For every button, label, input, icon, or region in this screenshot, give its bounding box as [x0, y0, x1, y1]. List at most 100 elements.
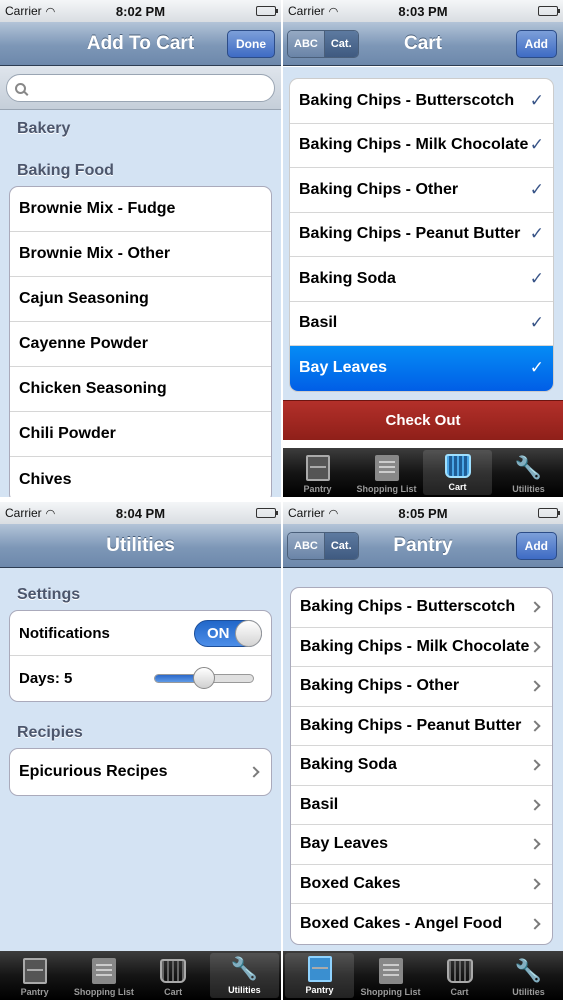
cart-item[interactable]: Bay Leaves ✓	[290, 346, 553, 391]
search-input[interactable]	[6, 74, 275, 102]
section-header-bakery: Bakery	[17, 120, 71, 137]
baking-food-list: Brownie Mix - Fudge Brownie Mix - Other Ca…	[9, 186, 272, 497]
tab-cart[interactable]: Cart	[423, 450, 492, 495]
tab-pantry[interactable]: Pantry	[283, 448, 352, 497]
tab-shopping-list[interactable]: Shopping List	[352, 448, 421, 497]
tab-shopping-list[interactable]: Shopping List	[356, 951, 425, 1000]
wifi-icon: ◠	[328, 507, 339, 520]
tab-cart[interactable]: Cart	[139, 951, 208, 1000]
pantry-item[interactable]: Baking Chips - Milk Chocolate	[291, 628, 552, 667]
tab-bar: Pantry Shopping List Cart 🔧 Utilities	[0, 951, 281, 1000]
wrench-icon: 🔧	[514, 958, 543, 983]
notifications-row: Notifications ON	[10, 611, 271, 656]
sort-category-button[interactable]: Cat.	[323, 31, 358, 57]
notifications-toggle[interactable]: ON	[194, 619, 262, 647]
checkmark-icon: ✓	[529, 135, 544, 155]
sort-abc-button[interactable]: ABC	[288, 533, 324, 559]
tab-cart[interactable]: Cart	[425, 951, 494, 1000]
wrench-icon: 🔧	[514, 455, 543, 480]
pantry-item[interactable]: Bay Leaves	[291, 825, 552, 865]
page-title: Cart	[403, 32, 442, 54]
pantry-item[interactable]: Baking Soda	[291, 746, 552, 786]
search-bar	[0, 66, 281, 110]
done-button[interactable]: Done	[227, 30, 275, 58]
tab-pantry[interactable]: Pantry	[0, 951, 69, 1000]
tab-utilities[interactable]: 🔧 Utilities	[494, 448, 563, 497]
pantry-icon	[307, 956, 332, 982]
recipes-group: Epicurious Recipes	[9, 748, 272, 796]
sort-category-button[interactable]: Cat.	[323, 533, 358, 559]
battery-icon	[538, 6, 560, 16]
tab-utilities[interactable]: 🔧 Utilities	[209, 953, 279, 998]
cart-item[interactable]: Baking Chips - Other ✓	[290, 168, 553, 213]
tab-bar: Pantry Shopping List Cart 🔧 Utilities	[283, 951, 563, 1000]
cart-item[interactable]: Baking Chips - Milk Chocolate ✓	[290, 124, 553, 168]
pantry-item[interactable]: Baking Chips - Peanut Butter	[291, 707, 552, 746]
checkmark-icon: ✓	[529, 268, 544, 288]
pantry-item[interactable]: Boxed Cakes - Angel Food	[291, 904, 552, 944]
days-slider[interactable]	[154, 667, 254, 689]
sort-abc-button[interactable]: ABC	[288, 31, 324, 57]
chevron-right-icon	[529, 838, 541, 850]
list-item[interactable]: Brownie Mix - Fudge	[10, 187, 271, 232]
shopping-list-icon	[374, 455, 399, 481]
nav-bar: Add To Cart Done	[0, 22, 281, 66]
shopping-list-icon	[91, 958, 116, 984]
add-button[interactable]: Add	[515, 30, 557, 58]
chevron-right-icon	[248, 766, 260, 778]
nav-bar: ABC Cat. Pantry Add	[283, 524, 563, 568]
list-item[interactable]: Cayenne Powder	[10, 322, 271, 367]
days-label: Days: 5	[19, 670, 73, 687]
carrier-label: Carrier	[5, 506, 42, 520]
cart-item[interactable]: Baking Chips - Butterscotch ✓	[290, 79, 553, 124]
nav-bar: Utilities	[0, 524, 281, 568]
pantry-icon	[22, 958, 47, 984]
chevron-right-icon	[529, 601, 541, 613]
checkmark-icon: ✓	[529, 358, 544, 378]
cart-item[interactable]: Basil ✓	[290, 302, 553, 346]
tab-utilities[interactable]: 🔧 Utilities	[494, 951, 563, 1000]
search-icon	[15, 82, 26, 94]
notifications-label: Notifications	[19, 624, 110, 642]
cart-icon	[444, 454, 471, 478]
checkmark-icon: ✓	[529, 313, 544, 333]
pantry-item[interactable]: Basil	[291, 786, 552, 825]
wifi-icon: ◠	[45, 5, 56, 18]
chevron-right-icon	[529, 759, 541, 771]
page-title: Utilities	[106, 534, 175, 556]
pantry-item[interactable]: Baking Chips - Other	[291, 667, 552, 707]
list-item[interactable]: Chives	[10, 457, 271, 497]
add-to-cart-screen: Carrier ◠ 8:02 PM Add To Cart Done Bakery…	[0, 0, 281, 497]
battery-icon	[256, 6, 278, 16]
slider-thumb[interactable]	[193, 667, 215, 689]
battery-icon	[538, 508, 560, 518]
tab-bar: Pantry Shopping List Cart 🔧 Utilities	[283, 448, 563, 497]
carrier-label: Carrier	[5, 4, 42, 18]
list-item[interactable]: Brownie Mix - Other	[10, 232, 271, 277]
cart-item[interactable]: Baking Soda ✓	[290, 257, 553, 302]
list-item[interactable]: Chili Powder	[10, 412, 271, 457]
shopping-list-icon	[378, 958, 403, 984]
section-header-baking-food: Baking Food	[17, 162, 114, 179]
tab-pantry[interactable]: Pantry	[285, 953, 354, 998]
wrench-icon: 🔧	[230, 956, 259, 981]
carrier-label: Carrier	[288, 506, 325, 520]
check-out-button[interactable]: Check Out	[283, 400, 563, 440]
add-button[interactable]: Add	[515, 532, 557, 560]
cart-item[interactable]: Baking Chips - Peanut Butter ✓	[290, 213, 553, 257]
list-item[interactable]: Chicken Seasoning	[10, 367, 271, 412]
page-title: Pantry	[393, 534, 453, 556]
tab-shopping-list[interactable]: Shopping List	[69, 951, 138, 1000]
pantry-item[interactable]: Baking Chips - Butterscotch	[291, 588, 552, 628]
checkmark-icon: ✓	[529, 224, 544, 244]
list-item[interactable]: Cajun Seasoning	[10, 277, 271, 322]
carrier-label: Carrier	[288, 4, 325, 18]
wifi-icon: ◠	[45, 507, 56, 520]
epicurious-recipes-row[interactable]: Epicurious Recipes	[10, 749, 271, 795]
chevron-right-icon	[529, 641, 541, 653]
nav-bar: ABC Cat. Cart Add	[283, 22, 563, 66]
checkmark-icon: ✓	[529, 179, 544, 199]
pantry-item[interactable]: Boxed Cakes	[291, 865, 552, 904]
status-bar: Carrier ◠ 8:02 PM	[0, 0, 281, 22]
status-bar: Carrier ◠ 8:05 PM	[283, 502, 563, 524]
